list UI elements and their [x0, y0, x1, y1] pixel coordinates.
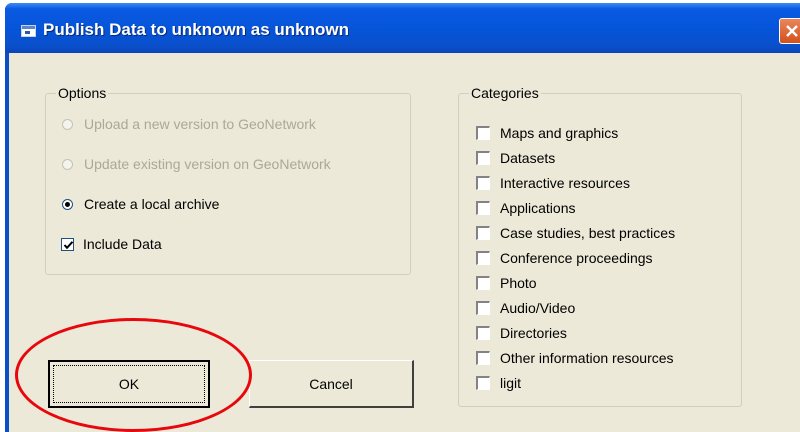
category-item[interactable]: Photo: [459, 275, 729, 293]
category-checkbox[interactable]: [476, 126, 490, 140]
category-checkbox[interactable]: [476, 326, 490, 340]
radio-update-existing-version[interactable]: Update existing version on GeoNetwork: [46, 155, 391, 175]
category-item[interactable]: ligit: [459, 375, 729, 393]
cancel-button[interactable]: Cancel: [249, 360, 414, 408]
title-bar[interactable]: Publish Data to unknown as unknown: [5, 3, 800, 53]
options-group: Options Upload a new version to GeoNetwo…: [45, 85, 411, 275]
close-button[interactable]: [779, 18, 800, 44]
category-item[interactable]: Datasets: [459, 150, 729, 168]
category-label: Photo: [500, 275, 537, 291]
category-checkbox[interactable]: [476, 151, 490, 165]
radio-label: Update existing version on GeoNetwork: [84, 156, 331, 172]
window-title: Publish Data to unknown as unknown: [43, 20, 350, 39]
category-item[interactable]: Directories: [459, 325, 729, 343]
cancel-button-label: Cancel: [309, 375, 353, 392]
category-item[interactable]: Case studies, best practices: [459, 225, 729, 243]
window-app-icon: [21, 25, 36, 37]
radio-create-local-archive[interactable]: Create a local archive: [46, 195, 266, 215]
category-checkbox[interactable]: [476, 251, 490, 265]
radio-label: Upload a new version to GeoNetwork: [84, 116, 316, 132]
include-data-checkbox[interactable]: [61, 238, 74, 251]
category-label: Directories: [500, 325, 567, 341]
category-label: Datasets: [500, 150, 556, 166]
category-label: ligit: [500, 375, 522, 391]
category-item[interactable]: Conference proceedings: [459, 250, 729, 268]
category-label: Conference proceedings: [500, 250, 653, 266]
category-item[interactable]: Maps and graphics: [459, 125, 729, 143]
category-item[interactable]: Audio/Video: [459, 300, 729, 318]
category-checkbox[interactable]: [476, 376, 490, 390]
radio-button[interactable]: [62, 119, 73, 130]
category-checkbox[interactable]: [476, 301, 490, 315]
radio-button[interactable]: [62, 159, 73, 170]
category-label: Applications: [500, 200, 576, 216]
category-label: Case studies, best practices: [500, 225, 676, 241]
category-checkbox[interactable]: [476, 201, 490, 215]
include-data-checkbox-row[interactable]: Include Data: [46, 235, 206, 255]
category-label: Other information resources: [500, 350, 674, 366]
radio-button[interactable]: [62, 199, 73, 210]
include-data-label: Include Data: [83, 236, 162, 252]
category-item[interactable]: Other information resources: [459, 350, 729, 368]
category-label: Audio/Video: [500, 300, 576, 316]
close-icon: [786, 25, 798, 37]
radio-label: Create a local archive: [84, 196, 220, 212]
category-item[interactable]: Interactive resources: [459, 175, 729, 193]
category-checkbox[interactable]: [476, 176, 490, 190]
category-label: Interactive resources: [500, 175, 630, 191]
checkmark-icon: [63, 241, 74, 250]
category-item[interactable]: Applications: [459, 200, 729, 218]
highlight-circle: [15, 318, 252, 432]
category-checkbox[interactable]: [476, 351, 490, 365]
options-group-label: Options: [56, 85, 109, 101]
categories-group-label: Categories: [469, 85, 541, 101]
category-checkbox[interactable]: [476, 276, 490, 290]
category-checkbox[interactable]: [476, 226, 490, 240]
category-label: Maps and graphics: [500, 125, 619, 141]
radio-upload-new-version[interactable]: Upload a new version to GeoNetwork: [46, 115, 386, 135]
categories-group: Categories Maps and graphics Datasets In…: [458, 85, 742, 407]
